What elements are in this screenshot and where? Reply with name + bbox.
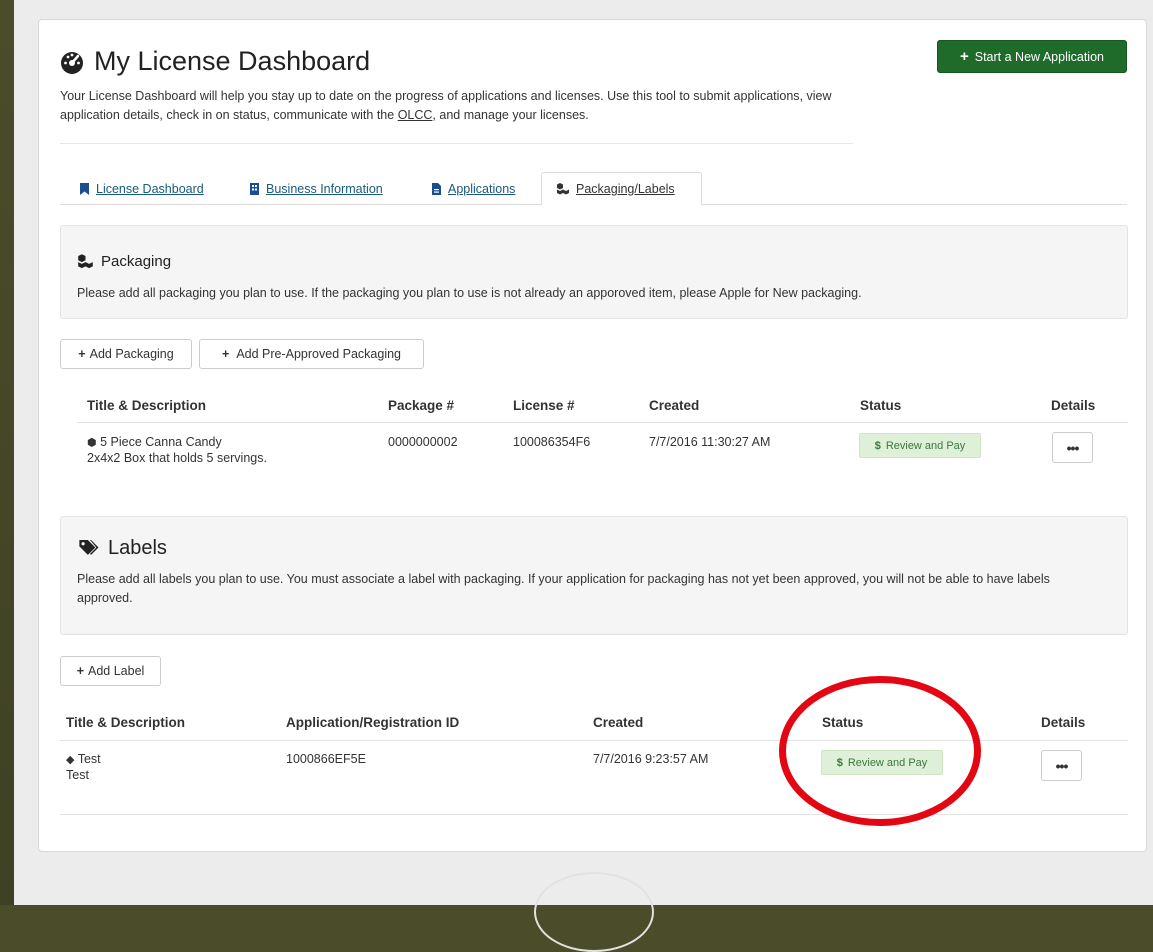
- table-header-divider: [77, 422, 1128, 423]
- table-row-divider: [60, 814, 1128, 815]
- tab-license-dashboard[interactable]: License Dashboard: [65, 172, 218, 205]
- status-label: Review and Pay: [885, 439, 966, 452]
- review-and-pay-badge[interactable]: $ Review and Pay: [859, 433, 981, 458]
- row-title: 5 Piece Canna Candy: [100, 435, 222, 449]
- table-row-title: ◆ Test Test: [66, 752, 101, 783]
- divider: [60, 143, 853, 144]
- application-id: 1000866EF5E: [286, 752, 366, 766]
- highlight-circle: [779, 676, 981, 826]
- tab-label: License Dashboard: [96, 181, 204, 196]
- cube-icon: ⬢: [87, 437, 97, 449]
- created-date: 7/7/2016 11:30:27 AM: [649, 435, 771, 449]
- table-row-title: ⬢ 5 Piece Canna Candy 2x4x2 Box that hol…: [87, 435, 267, 466]
- column-header: Title & Description: [66, 715, 186, 730]
- intro-text-part: , and manage your licenses.: [432, 108, 589, 122]
- packaging-description: Please add all packaging you plan to use…: [77, 286, 862, 300]
- tab-applications[interactable]: Applications: [417, 172, 529, 205]
- column-header: Details: [1051, 398, 1096, 413]
- tab-label: Business Information: [266, 181, 383, 196]
- start-new-application-button[interactable]: + Start a New Application: [937, 40, 1127, 73]
- tag-icon: ◆: [66, 754, 75, 766]
- labels-heading-text: Labels: [108, 537, 167, 559]
- column-header: License #: [513, 398, 575, 413]
- tab-business-information[interactable]: Business Information: [235, 172, 397, 205]
- building-icon: [250, 182, 259, 195]
- details-button[interactable]: •••: [1041, 750, 1082, 781]
- dashboard-icon: [61, 51, 83, 74]
- add-packaging-label: Add Packaging: [89, 347, 174, 361]
- labels-description: Please add all labels you plan to use. Y…: [77, 572, 1050, 605]
- dollar-icon: $: [874, 439, 881, 452]
- package-number: 0000000002: [388, 435, 458, 449]
- intro-text: Your License Dashboard will help you sta…: [60, 87, 840, 125]
- column-header: Created: [593, 715, 644, 730]
- add-label-button[interactable]: + Add Label: [60, 656, 161, 686]
- add-packaging-button[interactable]: + Add Packaging: [60, 339, 192, 369]
- tab-packaging-labels[interactable]: Packaging/Labels: [541, 172, 702, 206]
- cubes-icon: [557, 183, 569, 195]
- column-header: Status: [860, 398, 902, 413]
- decorative-curve: [534, 872, 654, 952]
- add-pre-approved-label: Add Pre-Approved Packaging: [236, 347, 401, 361]
- olcc-link[interactable]: OLCC: [398, 108, 433, 122]
- column-header: Title & Description: [87, 398, 207, 413]
- page-title-text: My License Dashboard: [94, 46, 371, 76]
- plus-icon: +: [76, 664, 84, 678]
- column-header: Details: [1041, 715, 1086, 730]
- details-button[interactable]: •••: [1052, 432, 1093, 463]
- tab-label: Packaging/Labels: [576, 182, 675, 196]
- tags-icon: [79, 540, 99, 555]
- plus-icon: +: [78, 347, 86, 361]
- row-title: Test: [77, 752, 101, 766]
- dashboard-panel: My License Dashboard Your License Dashbo…: [38, 19, 1147, 852]
- tab-label: Applications: [448, 181, 516, 196]
- packaging-heading-text: Packaging: [101, 253, 172, 270]
- row-description: 2x4x2 Box that holds 5 servings.: [87, 451, 267, 465]
- add-pre-approved-packaging-button[interactable]: + Add Pre-Approved Packaging: [199, 339, 424, 369]
- packaging-info-well: Packaging Please add all packaging you p…: [60, 225, 1128, 319]
- plus-icon: +: [222, 347, 230, 361]
- column-header: Created: [649, 398, 700, 413]
- cubes-icon: [78, 254, 93, 269]
- file-icon: [432, 182, 441, 195]
- labels-info-well: Labels Please add all labels you plan to…: [60, 516, 1128, 635]
- add-label-label: Add Label: [88, 664, 145, 678]
- packaging-heading: Packaging: [77, 253, 171, 270]
- bookmark-icon: [80, 182, 89, 195]
- start-new-application-label: Start a New Application: [974, 49, 1104, 64]
- column-header: Application/Registration ID: [286, 715, 460, 730]
- license-number: 100086354F6: [513, 435, 591, 449]
- plus-icon: +: [959, 48, 969, 65]
- labels-heading: Labels: [79, 537, 167, 560]
- row-description: Test: [66, 768, 89, 782]
- page-title: My License Dashboard: [60, 46, 370, 77]
- created-date: 7/7/2016 9:23:57 AM: [593, 752, 709, 766]
- column-header: Package #: [388, 398, 455, 413]
